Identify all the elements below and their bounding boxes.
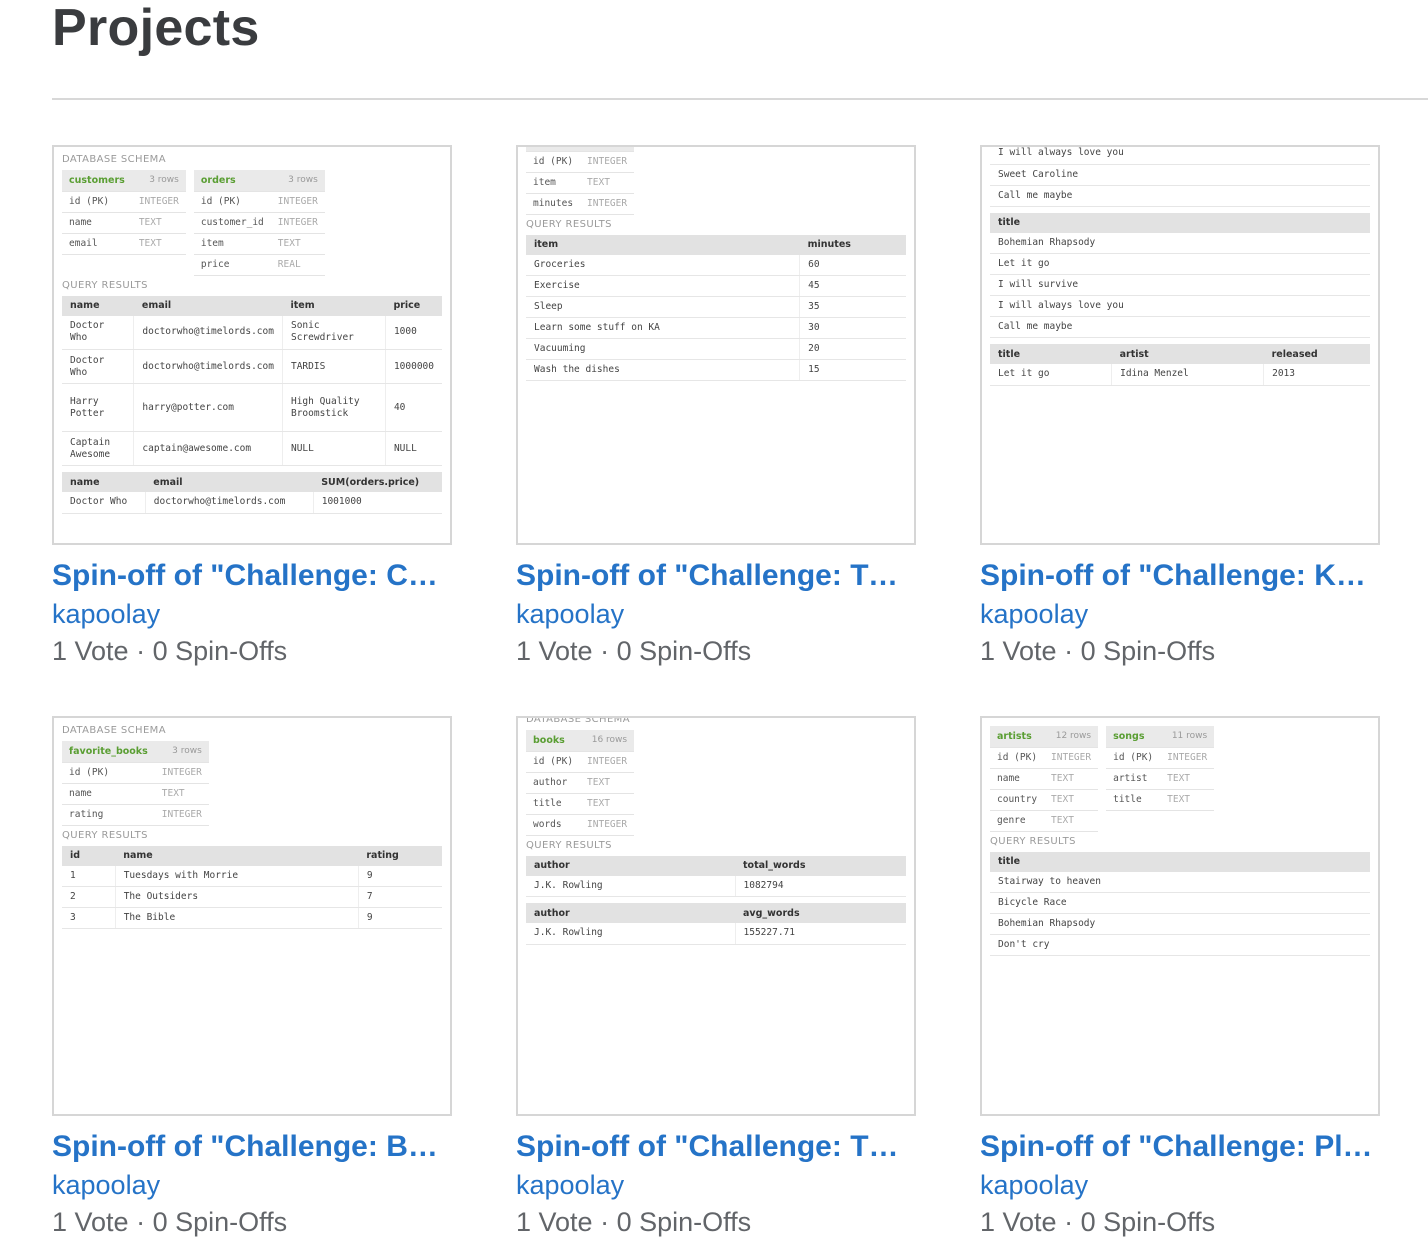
vote-count: 1 Vote [52,1207,129,1237]
vote-count: 1 Vote [516,1207,593,1237]
vote-count: 1 Vote [980,1207,1057,1237]
query-result-table: I will always love you Sweet Caroline Ca… [990,147,1370,207]
project-thumbnail[interactable]: DATABASE SCHEMA books 16 rows id (PK) INTE… [516,716,916,1116]
project-stats: 1 Vote · 0 Spin-Offs [980,636,1216,666]
spinoff-count: 0 Spin-Offs [1080,1207,1216,1237]
schema-label: DATABASE SCHEMA [62,154,166,165]
project-thumbnail[interactable]: id (PK) INTEGER item TEXT minutes INTEGER Q… [516,145,916,545]
project-card: DATABASE SCHEMA favorite_books 3 rows id … [52,716,452,1239]
project-thumbnail[interactable]: DATABASE SCHEMA customers 3 rows id (PK) I… [52,145,452,545]
title-divider [52,98,1428,100]
schema-table: id (PK) INTEGER item TEXT minutes INTEGER [526,147,635,215]
page-title: Projects [52,0,260,57]
schema-table: customers 3 rows id (PK) INTEGER name TEXT … [62,170,186,255]
project-card: DATABASE SCHEMA books 16 rows id (PK) INTE… [516,716,916,1239]
results-label: QUERY RESULTS [62,829,148,841]
spinoff-count: 0 Spin-Offs [616,636,752,666]
schema-table: favorite_books 3 rows id (PK) INTEGER name… [62,741,209,826]
project-thumbnail[interactable]: DATABASE SCHEMA favorite_books 3 rows id … [52,716,452,1116]
spinoff-count: 0 Spin-Offs [152,1207,288,1237]
project-author-link[interactable]: kapoolay [980,597,1380,631]
project-card: DATABASE SCHEMA customers 3 rows id (PK) I… [52,145,452,668]
project-author-link[interactable]: kapoolay [980,1168,1380,1202]
query-result-table: title artist released Let it go Idina Menze… [990,344,1370,386]
project-card: I will always love you Sweet Caroline Ca… [980,145,1380,668]
schema-table: artists 12 rows id (PK) INTEGER name TEXT c… [990,726,1099,832]
query-result-table: id name rating 1 Tuesdays with Morrie 9 2 The… [62,845,442,929]
project-title-link[interactable]: Spin-off of "Challenge: Cu… [52,558,452,594]
vote-count: 1 Vote [516,636,593,666]
results-label: QUERY RESULTS [526,839,612,851]
project-author-link[interactable]: kapoolay [52,1168,452,1202]
vote-count: 1 Vote [52,636,129,666]
project-card: artists 12 rows id (PK) INTEGER name TEXT c… [980,716,1380,1239]
project-author-link[interactable]: kapoolay [52,597,452,631]
query-result-table: author total_words J.K. Rowling 1082794 [526,855,906,897]
schema-label: DATABASE SCHEMA [526,716,630,725]
spinoff-count: 0 Spin-Offs [152,636,288,666]
spinoff-count: 0 Spin-Offs [616,1207,752,1237]
results-label: QUERY RESULTS [62,279,148,291]
spinoff-count: 0 Spin-Offs [1080,636,1216,666]
results-label: QUERY RESULTS [990,835,1076,847]
project-stats: 1 Vote · 0 Spin-Offs [516,1207,752,1237]
project-title-link[interactable]: Spin-off of "Challenge: Pla… [980,1129,1380,1165]
project-card: id (PK) INTEGER item TEXT minutes INTEGER Q… [516,145,916,668]
project-stats: 1 Vote · 0 Spin-Offs [980,1207,1216,1237]
project-thumbnail[interactable]: I will always love you Sweet Caroline Ca… [980,145,1380,545]
query-result-table: name email item price Doctor Who doctorwho@t… [62,295,442,466]
vote-count: 1 Vote [980,636,1057,666]
project-title-link[interactable]: Spin-off of "Challenge: Th… [516,1129,916,1165]
query-result-table: item minutes Groceries 60 Exercise 45 Sleep… [526,234,906,381]
project-stats: 1 Vote · 0 Spin-Offs [52,636,288,666]
project-author-link[interactable]: kapoolay [516,1168,916,1202]
project-author-link[interactable]: kapoolay [516,597,916,631]
schema-table: songs 11 rows id (PK) INTEGER artist TEXT t… [1106,726,1215,811]
query-result-table: title Bohemian Rhapsody Let it go I will… [990,212,1370,338]
query-result-table: author avg_words J.K. Rowling 155227.71 [526,903,906,945]
query-result-table: name email SUM(orders.price) Doctor Who doc… [62,472,442,514]
project-title-link[interactable]: Spin-off of "Challenge: Bo… [52,1129,452,1165]
project-stats: 1 Vote · 0 Spin-Offs [516,636,752,666]
project-stats: 1 Vote · 0 Spin-Offs [52,1207,288,1237]
results-label: QUERY RESULTS [526,218,612,230]
query-result-table: title Stairway to heaven Bicycle Race Bo… [990,851,1370,956]
schema-label: DATABASE SCHEMA [62,725,166,736]
project-title-link[interactable]: Spin-off of "Challenge: Ka… [980,558,1380,594]
schema-table: orders 3 rows id (PK) INTEGER customer_id I… [193,170,325,276]
project-thumbnail[interactable]: artists 12 rows id (PK) INTEGER name TEXT c… [980,716,1380,1116]
project-title-link[interactable]: Spin-off of "Challenge: TO… [516,558,916,594]
schema-table: books 16 rows id (PK) INTEGER author TEXT t… [526,730,635,836]
